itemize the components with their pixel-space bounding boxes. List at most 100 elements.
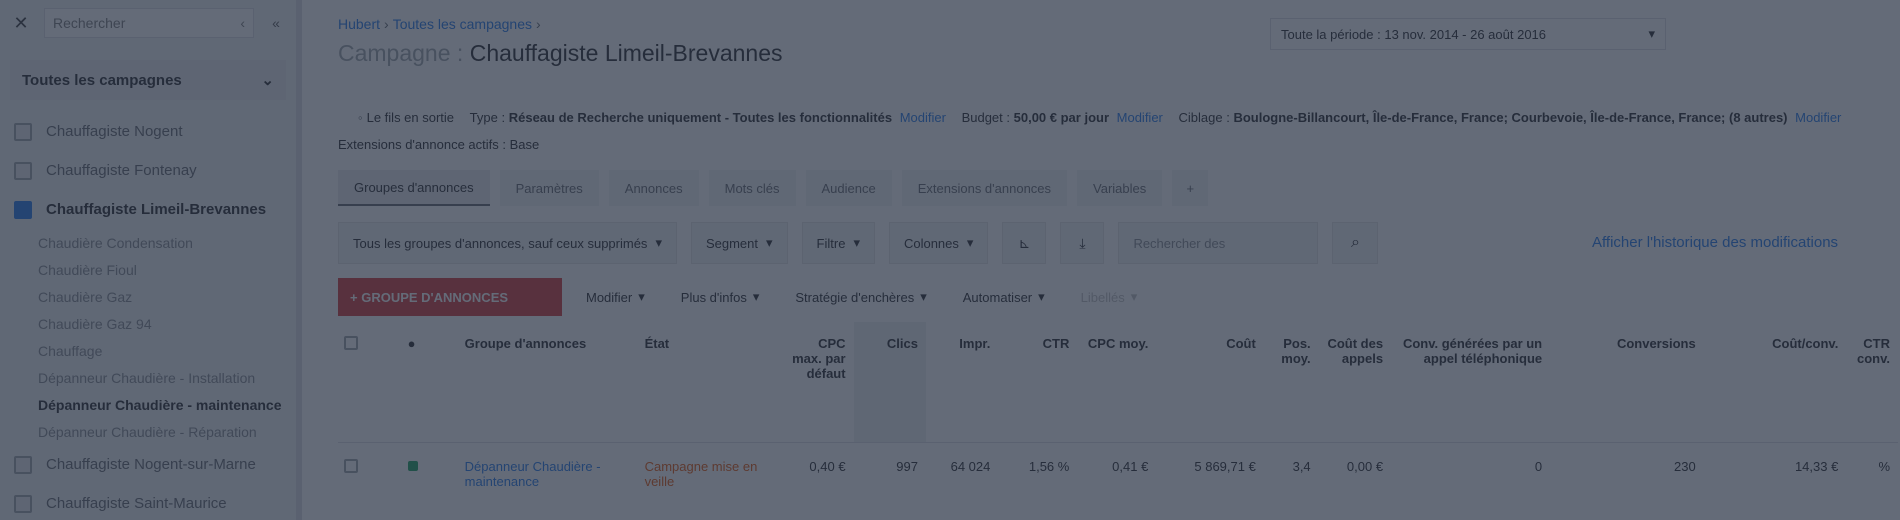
cell-cost-per-conv: 14,33 € (1794, 458, 1839, 474)
status-icon: ◦ (358, 110, 363, 125)
edit-type-link[interactable]: Modifier (900, 110, 946, 125)
filter-label: Filtre (816, 235, 846, 251)
segment-button[interactable]: Segment ▾ (690, 222, 788, 264)
column-header-status[interactable]: État (638, 322, 782, 443)
column-header-conversions[interactable]: Conversions (1550, 322, 1704, 443)
table-search-placeholder: Rechercher des (1133, 235, 1226, 251)
date-range-label: Toute la période : 13 nov. 2014 - 26 aoû… (1281, 26, 1547, 42)
tab-variables[interactable]: Variables (1077, 170, 1163, 206)
automate-label: Automatiser (962, 289, 1033, 305)
column-header-cost[interactable]: Coût (1156, 322, 1264, 443)
budget-label: Budget : (961, 110, 1010, 125)
campaign-label: Chauffagiste Fontenay (46, 162, 197, 179)
column-header-avg-cpc[interactable]: CPC moy. (1077, 322, 1157, 443)
cell-adgroup-name[interactable]: Dépanneur Chaudière - maintenance (459, 442, 639, 512)
sidebar-campaign-item[interactable]: Chauffagiste Nogent-sur-Marne (0, 445, 296, 484)
sidebar-adgroup-item[interactable]: Chaudière Fioul (0, 256, 296, 283)
adgroup-filter-select[interactable]: Tous les groupes d'annonces, sauf ceux s… (338, 222, 677, 264)
adgroup-label: Chaudière Fioul (38, 261, 137, 278)
labels-menu[interactable]: Libellés ▾ (1069, 278, 1150, 316)
modify-menu[interactable]: Modifier ▾ (574, 278, 657, 316)
campaign-label: Chauffagiste Nogent-sur-Marne (46, 456, 256, 473)
sidebar-adgroup-item[interactable]: Chaudière Gaz (0, 283, 296, 310)
column-header-clicks[interactable]: Clics (853, 322, 926, 443)
select-all-checkbox-header[interactable] (338, 322, 402, 443)
column-header-avg-pos[interactable]: Pos. moy. (1263, 322, 1319, 443)
column-header-adgroup[interactable]: Groupe d'annonces (458, 322, 639, 443)
chart-toggle-icon[interactable]: ⊾ (1002, 222, 1047, 264)
extensions-text: Extensions d'annonce actifs : Base (338, 137, 540, 152)
tab-add[interactable]: + (1172, 170, 1209, 206)
tab-ad-groups[interactable]: Groupes d'annonces (338, 170, 490, 206)
row-checkbox-cell[interactable] (338, 442, 402, 512)
sidebar-top: ✕ Rechercher ‹ « (0, 0, 296, 46)
chevron-left-icon[interactable]: ‹ (240, 15, 245, 31)
date-range-picker[interactable]: Toute la période : 13 nov. 2014 - 26 aoû… (1270, 18, 1666, 50)
adgroup-filter-label: Tous les groupes d'annonces, sauf ceux s… (353, 235, 648, 251)
column-header-call-cost[interactable]: Coût des appels (1318, 322, 1392, 443)
sidebar-campaign-item[interactable]: Chauffagiste Fontenay (0, 151, 296, 190)
sidebar-campaign-item[interactable]: Chauffagiste Nogent (0, 112, 296, 151)
sidebar-campaign-item-active[interactable]: Chauffagiste Limeil-Brevannes (0, 190, 296, 229)
bid-strategy-menu[interactable]: Stratégie d'enchères ▾ (783, 278, 938, 316)
main-content: Hubert › Toutes les campagnes › Campagne : … (302, 0, 1900, 520)
tab-ads[interactable]: Annonces (608, 170, 699, 206)
history-link[interactable]: Afficher l'historique des modifications (1592, 234, 1838, 251)
tab-audience[interactable]: Audience (805, 170, 892, 206)
more-info-menu[interactable]: Plus d'infos ▾ (669, 278, 772, 316)
adgroup-label: Chauffage (38, 342, 103, 359)
sidebar-adgroup-item[interactable]: Dépanneur Chaudière - Réparation (0, 418, 296, 445)
column-header-status-dot[interactable]: ● (401, 322, 459, 443)
columns-button[interactable]: Colonnes ▾ (888, 222, 989, 264)
cell-call-cost: 0,00 € (1346, 458, 1384, 474)
filter-button[interactable]: Filtre ▾ (801, 222, 875, 264)
all-campaigns-dropdown[interactable]: Toutes les campagnes ⌄ (10, 60, 286, 100)
sidebar-campaign-item[interactable]: Chauffagiste Saint-Maurice (0, 484, 296, 520)
chevron-down-icon: ▾ (1130, 289, 1138, 304)
table-search-input[interactable]: Rechercher des (1118, 222, 1319, 264)
breadcrumb-account[interactable]: Hubert (338, 16, 380, 32)
labels-label: Libellés (1080, 289, 1125, 305)
sidebar-adgroup-item-active[interactable]: Dépanneur Chaudière - maintenance (0, 391, 296, 418)
select-all-checkbox[interactable] (344, 336, 358, 350)
download-icon[interactable]: ⤓ (1060, 222, 1105, 264)
target-value: Boulogne-Billancourt, Île-de-France, Fra… (1233, 110, 1788, 125)
sidebar-search[interactable]: Rechercher ‹ (44, 8, 254, 38)
adgroups-table: ● Groupe d'annonces État CPC max. par dé… (338, 322, 1898, 512)
cell-impressions: 64 024 (950, 458, 991, 474)
row-checkbox[interactable] (344, 458, 358, 473)
chevron-down-icon: ⌄ (261, 72, 274, 89)
tab-ad-extensions[interactable]: Extensions d'annonces (901, 170, 1068, 206)
column-header-impressions[interactable]: Impr. (925, 322, 999, 443)
automate-menu[interactable]: Automatiser ▾ (951, 278, 1057, 316)
sidebar-adgroup-item[interactable]: Dépanneur Chaudière - Installation (0, 364, 296, 391)
column-header-max-cpc[interactable]: CPC max. par défaut (781, 322, 854, 443)
edit-target-link[interactable]: Modifier (1795, 110, 1841, 125)
new-adgroup-button[interactable]: + GROUPE D'ANNONCES (338, 278, 562, 316)
tab-settings[interactable]: Paramètres (499, 170, 599, 206)
adgroup-label: Dépanneur Chaudière - maintenance (38, 396, 282, 413)
status-dot-header-icon: ● (407, 336, 416, 351)
adgroup-label: Chaudière Condensation (38, 234, 193, 251)
sidebar-adgroup-item[interactable]: Chaudière Condensation (0, 229, 296, 256)
campaign-sidebar: ✕ Rechercher ‹ « Toutes les campagnes ⌄ … (0, 0, 302, 520)
collapse-icon[interactable]: « (266, 15, 286, 31)
sidebar-adgroup-item[interactable]: Chaudière Gaz 94 (0, 310, 296, 337)
column-header-cost-per-conv[interactable]: Coût/conv. (1703, 322, 1847, 443)
tab-bar: Groupes d'annonces Paramètres Annonces M… (338, 170, 1209, 206)
modify-label: Modifier (586, 289, 633, 305)
status-dot-icon (407, 460, 418, 471)
chevron-down-icon: ▾ (966, 235, 974, 250)
column-header-conv-rate[interactable]: CTR conv. (1846, 322, 1898, 443)
all-campaigns-label: Toutes les campagnes (22, 71, 182, 89)
sidebar-adgroup-item[interactable]: Chauffage (0, 337, 296, 364)
search-icon[interactable]: ⌕ (1332, 222, 1379, 264)
tab-keywords[interactable]: Mots clés (708, 170, 796, 206)
breadcrumb-all-campaigns[interactable]: Toutes les campagnes (393, 16, 532, 32)
edit-budget-link[interactable]: Modifier (1117, 110, 1163, 125)
sidebar-search-placeholder: Rechercher (53, 15, 126, 31)
columns-label: Colonnes (903, 235, 959, 251)
close-icon[interactable]: ✕ (10, 13, 32, 34)
column-header-phone-conversions[interactable]: Conv. générées par un appel téléphonique (1391, 322, 1551, 443)
column-header-ctr[interactable]: CTR (998, 322, 1078, 443)
